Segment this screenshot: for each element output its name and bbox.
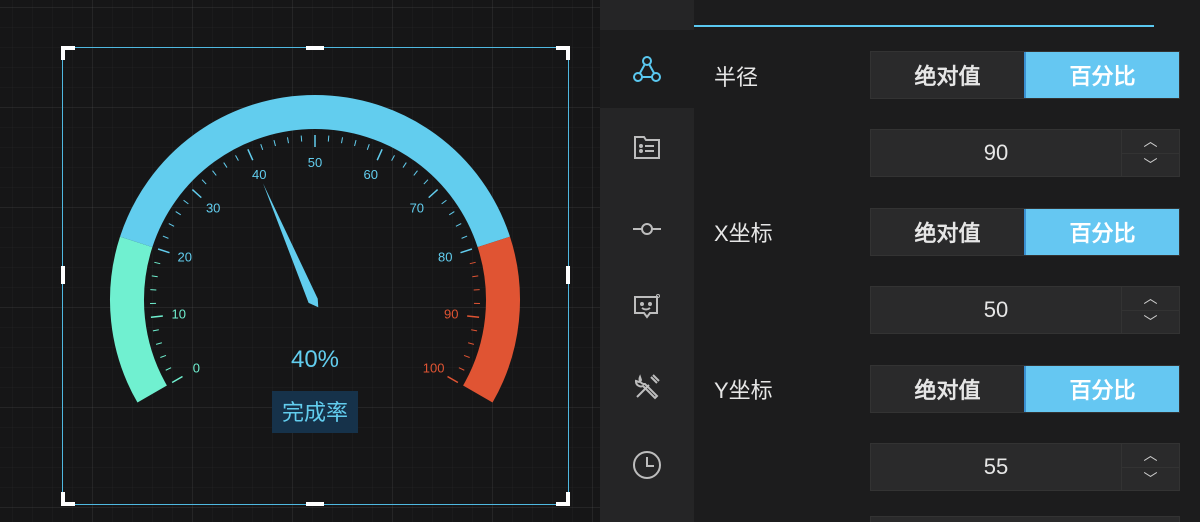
resize-handle-bottom-left[interactable] (61, 492, 75, 506)
commit-icon (633, 223, 661, 235)
list-folder-icon (634, 136, 660, 159)
x-increment-button[interactable]: ︿ (1122, 287, 1179, 310)
y-stepper: 55 ︿ ﹀ (870, 443, 1180, 491)
design-canvas[interactable]: 0 10 20 30 40 50 60 70 80 90 100 40% 完成率 (0, 0, 600, 522)
property-panel: 半径 绝对值 百分比 90 ︿ ﹀ X坐标 绝对值 百分比 50 ︿ ﹀ Y坐标 (694, 0, 1200, 522)
panel-tab-underline (694, 25, 1154, 27)
nodes-icon (633, 56, 661, 82)
rail-item-data[interactable] (600, 108, 694, 186)
x-abs-button[interactable]: 绝对值 (871, 209, 1024, 255)
tools-icon (635, 374, 660, 400)
resize-handle-left[interactable] (61, 266, 65, 284)
radius-stepper: 90 ︿ ﹀ (870, 129, 1180, 177)
x-stepper: 50 ︿ ﹀ (870, 286, 1180, 334)
radius-decrement-button[interactable]: ﹀ (1122, 152, 1179, 177)
config-icon-rail (600, 0, 694, 522)
rail-item-series[interactable] (600, 30, 694, 108)
radius-abs-button[interactable]: 绝对值 (871, 52, 1024, 98)
message-smile-icon (634, 294, 660, 319)
x-coord-label: X坐标 (714, 221, 773, 246)
y-coord-label: Y坐标 (714, 378, 773, 403)
y-abs-button[interactable]: 绝对值 (871, 366, 1024, 412)
rail-item-animation[interactable] (600, 426, 694, 504)
resize-handle-bottom[interactable] (306, 502, 324, 506)
y-mode-toggle: 绝对值 百分比 (870, 365, 1180, 413)
next-field-partial (870, 516, 1180, 522)
radius-pct-button[interactable]: 百分比 (1024, 52, 1179, 98)
resize-handle-top-right[interactable] (556, 46, 570, 60)
selection-box[interactable] (61, 46, 570, 506)
rail-item-tooltip[interactable] (600, 268, 694, 346)
y-decrement-button[interactable]: ﹀ (1122, 466, 1179, 491)
resize-handle-top-left[interactable] (61, 46, 75, 60)
clock-icon (633, 451, 661, 479)
y-input[interactable]: 55 (871, 444, 1121, 490)
radius-input[interactable]: 90 (871, 130, 1121, 176)
x-mode-toggle: 绝对值 百分比 (870, 208, 1180, 256)
radius-increment-button[interactable]: ︿ (1122, 130, 1179, 153)
resize-handle-top[interactable] (306, 46, 324, 50)
rail-item-axis[interactable] (600, 190, 694, 268)
x-input[interactable]: 50 (871, 287, 1121, 333)
rail-item-tools[interactable] (600, 348, 694, 426)
y-increment-button[interactable]: ︿ (1122, 444, 1179, 467)
x-decrement-button[interactable]: ﹀ (1122, 309, 1179, 334)
resize-handle-right[interactable] (566, 266, 570, 284)
x-pct-button[interactable]: 百分比 (1024, 209, 1179, 255)
app-root: 010203040506070809010040%完成率 (0, 0, 1200, 522)
radius-label: 半径 (714, 65, 759, 90)
radius-mode-toggle: 绝对值 百分比 (870, 51, 1180, 99)
y-pct-button[interactable]: 百分比 (1024, 366, 1179, 412)
resize-handle-bottom-right[interactable] (556, 492, 570, 506)
